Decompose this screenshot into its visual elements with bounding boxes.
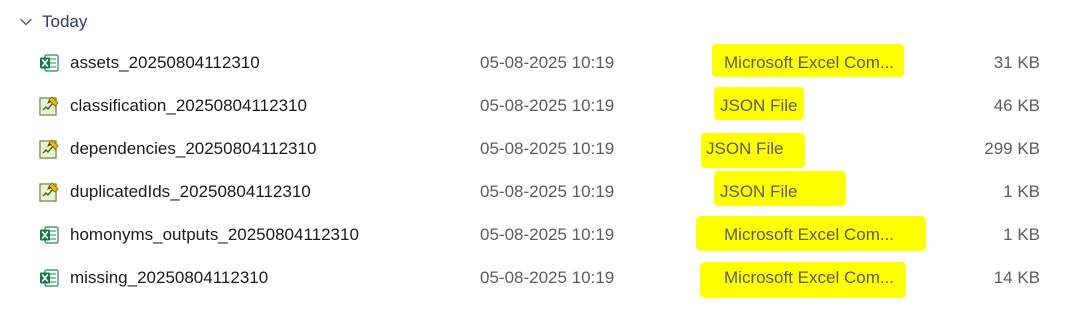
file-type: Microsoft Excel Com... (724, 53, 895, 72)
file-date: 05-08-2025 10:19 (480, 268, 615, 287)
file-row[interactable]: duplicatedIds_20250804112310 05-08-2025 … (30, 171, 1055, 212)
excel-icon (38, 52, 60, 74)
json-file-icon (38, 181, 60, 203)
file-row[interactable]: dependencies_20250804112310 05-08-2025 1… (30, 129, 1055, 169)
file-date: 05-08-2025 10:19 (480, 139, 615, 158)
file-size: 31 KB (993, 53, 1040, 72)
file-size: 46 KB (993, 96, 1040, 115)
file-name: missing_20250804112310 (70, 268, 269, 287)
file-name: dependencies_20250804112310 (70, 139, 317, 158)
file-size: 1 KB (1003, 225, 1040, 244)
file-row[interactable]: classification_20250804112310 05-08-2025… (30, 86, 1055, 126)
file-size: 14 KB (993, 268, 1040, 287)
file-date: 05-08-2025 10:19 (480, 96, 615, 115)
file-type: JSON File (706, 139, 784, 158)
file-row[interactable]: homonyms_outputs_20250804112310 05-08-20… (30, 215, 1055, 255)
file-size: 299 KB (984, 139, 1040, 158)
file-row[interactable]: assets_20250804112310 05-08-2025 10:19 M… (30, 43, 1055, 83)
excel-icon (38, 267, 60, 289)
excel-icon (38, 224, 60, 246)
json-file-icon (38, 138, 60, 160)
file-date: 05-08-2025 10:19 (480, 53, 615, 72)
file-date: 05-08-2025 10:19 (480, 225, 615, 244)
group-header-today[interactable]: Today (18, 8, 87, 36)
file-date: 05-08-2025 10:19 (480, 182, 615, 201)
file-row[interactable]: missing_20250804112310 05-08-2025 10:19 … (30, 258, 1055, 298)
file-name: duplicatedIds_20250804112310 (70, 182, 311, 201)
file-type: JSON File (720, 182, 798, 201)
json-file-icon (38, 95, 60, 117)
chevron-down-icon[interactable] (18, 14, 34, 30)
file-name: classification_20250804112310 (70, 96, 307, 115)
group-title: Today (42, 12, 88, 31)
file-type: JSON File (720, 96, 798, 115)
file-type: Microsoft Excel Com... (724, 225, 895, 244)
file-size: 1 KB (1003, 182, 1040, 201)
file-name: assets_20250804112310 (70, 53, 260, 72)
file-type: Microsoft Excel Com... (724, 268, 895, 287)
file-name: homonyms_outputs_20250804112310 (70, 225, 359, 244)
